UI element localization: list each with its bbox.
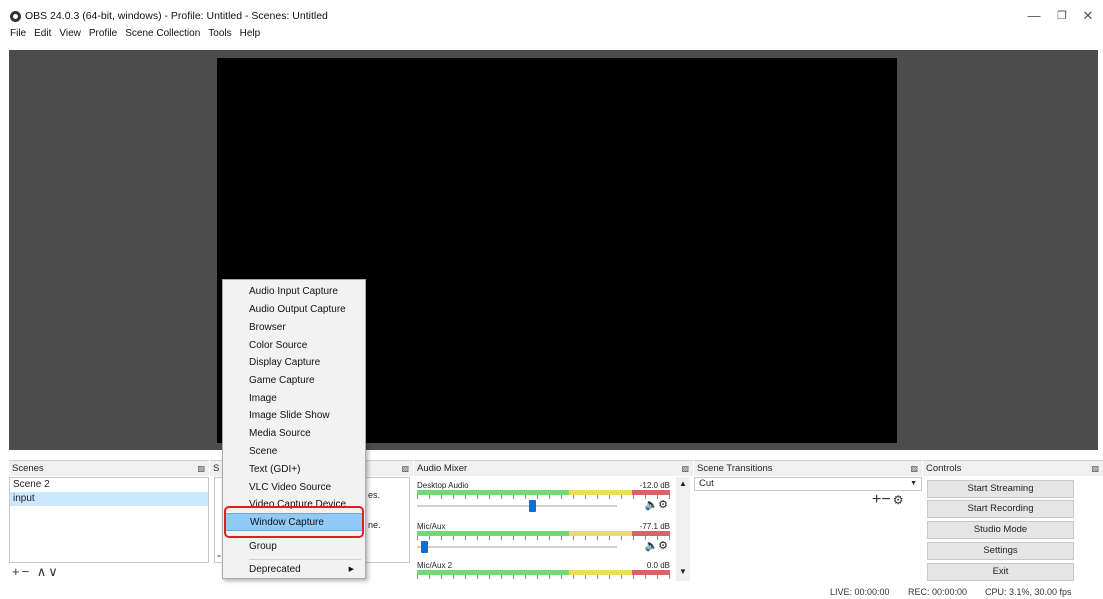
gear-icon[interactable]: ⚙	[893, 493, 904, 507]
float-dock-icon[interactable]: ▨	[910, 461, 918, 476]
meter-ticks	[417, 536, 670, 540]
scene-transitions-dock-title: Scene Transitions	[697, 463, 773, 474]
menu-help[interactable]: Help	[238, 28, 263, 39]
controls-dock-header: Controls ▨	[923, 460, 1103, 476]
mixer-scrollbar[interactable]: ▲ ▼	[676, 477, 690, 581]
float-dock-icon[interactable]: ▨	[197, 461, 205, 476]
menu-item-audio-output-capture[interactable]: Audio Output Capture	[224, 301, 364, 319]
mute-and-settings-icons[interactable]: 🔈⚙	[644, 539, 668, 552]
studio-mode-button[interactable]: Studio Mode	[927, 521, 1074, 539]
mute-and-settings-icons[interactable]: 🔈⚙	[644, 498, 668, 511]
float-dock-icon[interactable]: ▨	[401, 461, 409, 476]
start-streaming-button[interactable]: Start Streaming	[927, 480, 1074, 498]
scenes-list: Scene 2 input	[9, 477, 209, 563]
float-dock-icon[interactable]: ▨	[681, 461, 689, 476]
restore-button[interactable]: ❐	[1052, 8, 1072, 24]
chevron-down-icon: ▼	[910, 480, 917, 487]
volume-slider-handle[interactable]	[420, 541, 428, 553]
start-recording-button[interactable]: Start Recording	[927, 500, 1074, 518]
rec-status: REC: 00:00:00	[908, 587, 968, 597]
cpu-status: CPU: 3.1%, 30.00 fps	[985, 587, 1072, 597]
channel-db: -12.0 dB	[639, 481, 670, 490]
exit-button[interactable]: Exit	[927, 563, 1074, 581]
scroll-down-icon[interactable]: ▼	[679, 567, 687, 576]
sources-footer-controls[interactable]: -	[217, 548, 221, 562]
transition-add-remove[interactable]: +− ⚙	[872, 491, 903, 509]
mixer-channel: Mic/Aux 2 0.0 dB	[414, 561, 674, 581]
menu-item-image-slide-show[interactable]: Image Slide Show	[224, 407, 364, 425]
channel-db: 0.0 dB	[646, 561, 670, 570]
menu-tools[interactable]: Tools	[206, 28, 233, 39]
add-source-context-menu: Audio Input Capture Audio Output Capture…	[222, 279, 366, 579]
menu-item-text-gdi[interactable]: Text (GDI+)	[224, 461, 364, 479]
close-button[interactable]: ✕	[1078, 8, 1098, 24]
channel-name: Mic/Aux 2	[417, 561, 453, 570]
sources-dock-title: S	[213, 463, 220, 474]
menu-profile[interactable]: Profile	[87, 28, 119, 39]
meter-ticks	[417, 575, 670, 579]
menu-item-group[interactable]: Group	[224, 538, 364, 556]
channel-name: Desktop Audio	[417, 481, 469, 490]
status-bar: LIVE: 00:00:00 REC: 00:00:00 CPU: 3.1%, …	[0, 584, 1103, 599]
menu-item-media-source[interactable]: Media Source	[224, 425, 364, 443]
menu-item-vlc-video-source[interactable]: VLC Video Source	[224, 479, 364, 497]
menu-item-color-source[interactable]: Color Source	[224, 337, 364, 355]
volume-slider[interactable]	[417, 546, 617, 548]
settings-button[interactable]: Settings	[927, 542, 1074, 560]
menu-item-audio-input-capture[interactable]: Audio Input Capture	[224, 283, 364, 301]
menu-edit[interactable]: Edit	[32, 28, 53, 39]
controls-dock-title: Controls	[926, 463, 962, 474]
window-title: OBS 24.0.3 (64-bit, windows) - Profile: …	[25, 10, 328, 22]
float-dock-icon[interactable]: ▨	[1091, 461, 1099, 476]
obs-logo-icon	[10, 11, 21, 22]
menu-item-scene[interactable]: Scene	[224, 443, 364, 461]
preview-area	[9, 50, 1098, 450]
volume-slider-handle[interactable]	[528, 500, 536, 512]
menu-item-video-capture-device[interactable]: Video Capture Device	[224, 496, 364, 514]
scene-item[interactable]: Scene 2	[10, 478, 208, 492]
menu-item-game-capture[interactable]: Game Capture	[224, 372, 364, 390]
menu-file[interactable]: File	[8, 28, 28, 39]
menu-item-window-capture[interactable]: Window Capture	[224, 513, 364, 531]
meter-ticks	[417, 495, 670, 499]
transition-selected-value: Cut	[699, 478, 714, 489]
transition-select[interactable]: Cut ▼	[694, 477, 922, 491]
channel-db: -77.1 dB	[639, 522, 670, 531]
menu-item-deprecated-label: Deprecated	[249, 564, 301, 575]
mixer-channel: Desktop Audio -12.0 dB 🔈⚙	[414, 481, 674, 515]
menu-separator	[249, 536, 361, 537]
scenes-dock-title: Scenes	[12, 463, 44, 474]
title-bar: OBS 24.0.3 (64-bit, windows) - Profile: …	[0, 0, 1103, 30]
menu-scene-collection[interactable]: Scene Collection	[123, 28, 202, 39]
menu-separator	[249, 559, 361, 560]
menu-item-browser[interactable]: Browser	[224, 319, 364, 337]
scenes-dock-header: Scenes ▨	[9, 460, 209, 476]
scene-transitions-dock-header: Scene Transitions ▨	[694, 460, 922, 476]
menu-item-deprecated[interactable]: Deprecated ▶	[224, 561, 364, 579]
sources-hint-text: es.	[368, 490, 381, 500]
audio-mixer-dock-title: Audio Mixer	[417, 463, 468, 474]
submenu-arrow-icon: ▶	[348, 566, 354, 573]
channel-name: Mic/Aux	[417, 522, 446, 531]
audio-mixer-dock-header: Audio Mixer ▨	[414, 460, 693, 476]
scene-item[interactable]: input	[10, 492, 208, 506]
menu-item-image[interactable]: Image	[224, 390, 364, 408]
minimize-button[interactable]: —	[1024, 8, 1044, 24]
live-status: LIVE: 00:00:00	[830, 587, 890, 597]
volume-slider[interactable]	[417, 505, 617, 507]
menu-view[interactable]: View	[57, 28, 83, 39]
audio-mixer-panel: Desktop Audio -12.0 dB 🔈⚙ Mic/Aux -77.1 …	[414, 477, 692, 581]
menu-item-display-capture[interactable]: Display Capture	[224, 354, 364, 372]
sources-hint-text: ne.	[368, 520, 381, 530]
mixer-channel: Mic/Aux -77.1 dB 🔈⚙	[414, 522, 674, 556]
menu-bar: File Edit View Profile Scene Collection Tools…	[0, 28, 262, 44]
scroll-up-icon[interactable]: ▲	[679, 479, 687, 488]
scenes-footer-controls[interactable]: +− ∧∨	[9, 563, 209, 581]
